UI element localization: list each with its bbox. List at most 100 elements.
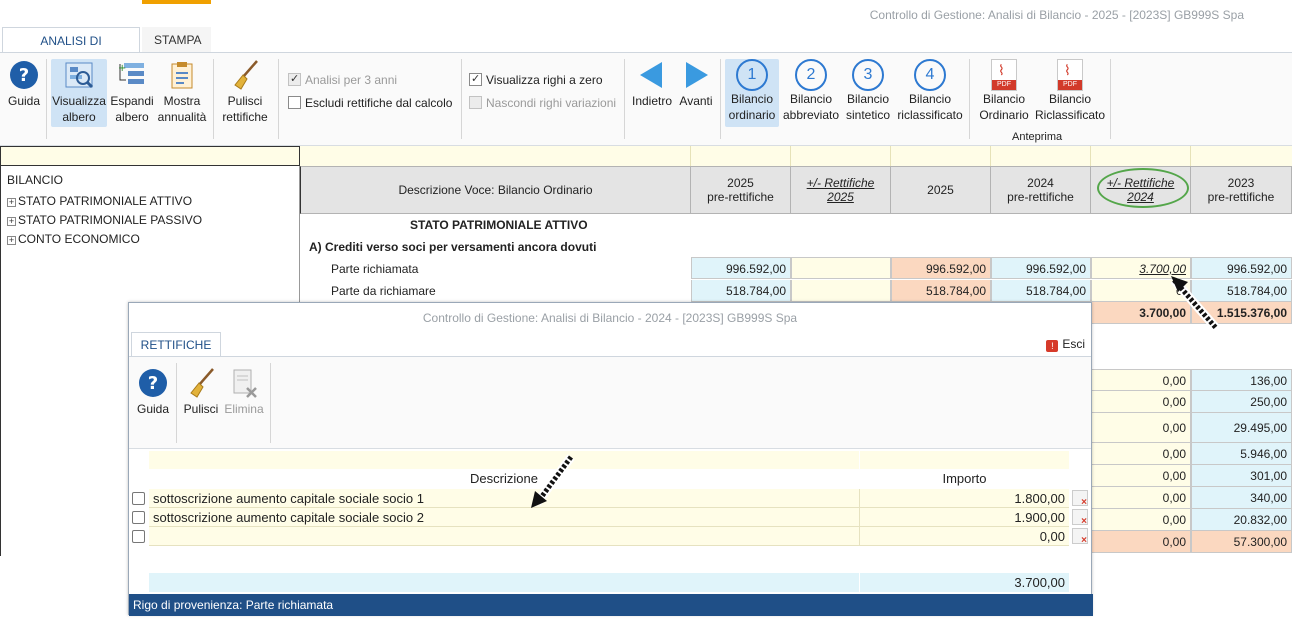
descrizione-cell[interactable]: sottoscrizione aumento capitale sociale … (149, 508, 859, 527)
separator (270, 363, 271, 443)
bilancio-riclassificato-label-1: Bilancio (908, 92, 952, 106)
delete-row-icon[interactable] (1072, 528, 1088, 546)
bilancio-abbreviato-label-2: abbreviato (782, 108, 840, 122)
guida-button[interactable]: ? Guida (6, 59, 42, 109)
escludi-rettifiche-label: Escludi rettifiche dal calcolo (305, 96, 453, 110)
separator (461, 59, 462, 139)
delete-row-icon[interactable] (1072, 509, 1088, 527)
grid-filter-cell (1190, 146, 1191, 166)
nascondi-variazioni-checkbox[interactable]: Nascondi righi variazioni (469, 96, 616, 110)
col-header-2024-pre[interactable]: 2024 pre-rettifiche (991, 166, 1091, 214)
table-cell[interactable]: 0,00 (1091, 465, 1191, 487)
bilancio-sintetico-button[interactable]: 3 Bilancio sintetico (843, 59, 893, 123)
table-cell[interactable]: 518.784,00 (691, 280, 791, 302)
dialog-pulisci-button[interactable]: Pulisci (182, 367, 220, 417)
table-cell[interactable]: 0,00 (1091, 487, 1191, 509)
analisi-3-anni-checkbox[interactable]: Analisi per 3 anni (288, 72, 397, 87)
expand-icon[interactable]: + (7, 217, 16, 226)
mostra-annualita-button[interactable]: Mostra annualità (156, 59, 208, 125)
table-cell[interactable]: 0,00 (1091, 443, 1191, 465)
checkbox-icon (288, 96, 301, 109)
col-header-label: pre-rettifiche (1007, 190, 1074, 204)
bilancio-abbreviato-button[interactable]: 2 Bilancio abbreviato (782, 59, 840, 123)
col-header-2023-pre[interactable]: 2023 pre-rettifiche (1191, 166, 1292, 214)
filter-cell[interactable] (860, 451, 1069, 469)
window-title: Controllo di Gestione: Analisi di Bilanc… (869, 8, 1244, 22)
table-cell[interactable]: 0,00 (1091, 509, 1191, 531)
table-cell[interactable]: 996.592,00 (991, 257, 1091, 279)
table-cell[interactable]: 996.592,00 (691, 257, 791, 279)
tree-node-attivo[interactable]: + STATO PATRIMONIALE ATTIVO (7, 194, 192, 208)
col-header-descrizione[interactable]: Descrizione Voce: Bilancio Ordinario (300, 166, 691, 214)
descrizione-cell[interactable] (149, 527, 859, 546)
visualizza-zero-checkbox[interactable]: Visualizza righi a zero (469, 72, 603, 87)
espandi-albero-button[interactable]: + Espandi albero (110, 59, 154, 125)
tab-stampa[interactable]: STAMPA (142, 0, 211, 53)
col-header-rettifiche-2025[interactable]: +/- Rettifiche 2025 (791, 166, 891, 214)
pdf-bilancio-riclassificato-button[interactable]: ⌇ PDF Bilancio Riclassificato (1035, 59, 1105, 123)
number-2-icon: 2 (795, 59, 827, 91)
table-cell[interactable]: 996.592,00 (891, 257, 991, 279)
expand-icon[interactable]: + (7, 236, 16, 245)
row-checkbox[interactable] (132, 511, 145, 524)
importo-cell[interactable]: 1.800,00 (859, 489, 1069, 508)
tree-node-conto-economico[interactable]: + CONTO ECONOMICO (7, 232, 140, 246)
pdf-ordinario-label-2: Ordinario (979, 108, 1029, 122)
pdf-bilancio-ordinario-button[interactable]: ⌇ PDF Bilancio Ordinario (976, 59, 1032, 123)
tab-rettifiche[interactable]: RETTIFICHE (131, 332, 221, 356)
tree-node-label: CONTO ECONOMICO (18, 232, 140, 246)
col-header-descrizione[interactable]: Descrizione (149, 469, 859, 489)
subsection-title: A) Crediti verso soci per versamenti anc… (309, 240, 597, 254)
table-cell[interactable]: 57.300,00 (1191, 531, 1292, 553)
dialog-guida-button[interactable]: ? Guida (135, 367, 171, 417)
table-cell[interactable] (791, 280, 891, 302)
col-header-2025-pre[interactable]: 2025 pre-rettifiche (691, 166, 791, 214)
filter-cell[interactable] (149, 451, 859, 469)
bilancio-riclassificato-button[interactable]: 4 Bilancio riclassificato (896, 59, 964, 123)
table-cell[interactable]: 301,00 (1191, 465, 1292, 487)
escludi-rettifiche-checkbox[interactable]: Escludi rettifiche dal calcolo (288, 96, 452, 110)
visualizza-zero-label: Visualizza righi a zero (486, 73, 603, 87)
table-cell[interactable] (791, 257, 891, 279)
table-cell[interactable]: 29.495,00 (1191, 413, 1292, 443)
bilancio-ordinario-button[interactable]: 1 Bilancio ordinario (725, 59, 779, 127)
indietro-button[interactable]: Indietro (630, 59, 674, 109)
table-cell[interactable]: 340,00 (1191, 487, 1292, 509)
row-checkbox[interactable] (132, 530, 145, 543)
checkbox-icon (469, 96, 482, 109)
dialog-elimina-button[interactable]: Elimina (223, 367, 265, 417)
visualizza-albero-button[interactable]: Visualizza albero (51, 59, 107, 127)
arrow-right-icon (680, 59, 712, 91)
table-cell[interactable]: 0,00 (1091, 531, 1191, 553)
table-cell[interactable]: 518.784,00 (991, 280, 1091, 302)
tree-node-passivo[interactable]: + STATO PATRIMONIALE PASSIVO (7, 213, 202, 227)
col-header-importo[interactable]: Importo (860, 469, 1069, 489)
expand-icon[interactable]: + (7, 198, 16, 207)
tab-analisi-di-bilancio[interactable]: ANALISI DI BILANCIO (2, 27, 140, 74)
col-header-2025[interactable]: 2025 (891, 166, 991, 214)
importo-cell[interactable]: 1.900,00 (859, 508, 1069, 527)
table-cell[interactable]: 5.946,00 (1191, 443, 1292, 465)
delete-row-icon[interactable] (1072, 490, 1088, 508)
table-cell[interactable]: 20.832,00 (1191, 509, 1292, 531)
descrizione-cell[interactable]: sottoscrizione aumento capitale sociale … (149, 489, 859, 508)
col-header-label: 2023 (1227, 176, 1255, 190)
table-cell[interactable]: 136,00 (1191, 369, 1292, 391)
importo-cell[interactable]: 0,00 (859, 527, 1069, 546)
checkbox-icon (288, 72, 301, 86)
dialog-toolbar: ? Guida Pulisci Elimina (129, 356, 1091, 449)
tree-root[interactable]: BILANCIO (7, 173, 63, 187)
table-cell[interactable]: 518.784,00 (891, 280, 991, 302)
row-checkbox[interactable] (132, 492, 145, 505)
pulisci-rettifiche-button[interactable]: Pulisci rettifiche (219, 59, 271, 125)
dialog-pulisci-label: Pulisci (183, 402, 219, 416)
table-cell[interactable]: 0,00 (1091, 391, 1191, 413)
avanti-label: Avanti (679, 94, 713, 108)
help-icon: ? (8, 59, 40, 91)
esci-button[interactable]: ! Esci (1046, 337, 1085, 352)
separator (1110, 59, 1111, 139)
table-cell[interactable]: 0,00 (1091, 413, 1191, 443)
table-cell[interactable]: 0,00 (1091, 369, 1191, 391)
table-cell[interactable]: 250,00 (1191, 391, 1292, 413)
avanti-button[interactable]: Avanti (676, 59, 716, 109)
